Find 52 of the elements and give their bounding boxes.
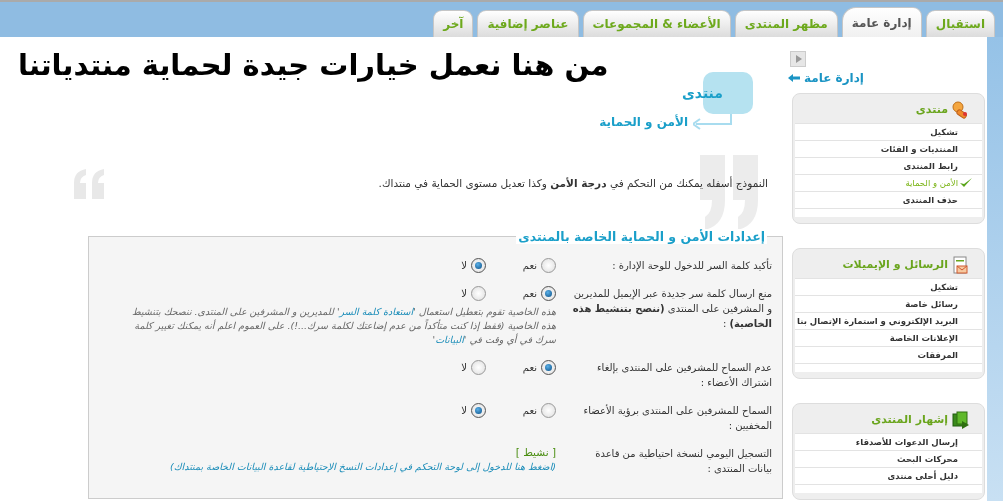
setting-label: تأكيد كلمة السر للدخول للوحة الإدارة :	[611, 258, 772, 273]
panel-title: منتدى	[915, 103, 948, 116]
radio-button[interactable]	[471, 258, 486, 273]
help-link[interactable]: استعادة كلمة السر	[339, 306, 414, 317]
radio-label: نعم	[522, 405, 537, 416]
radio-button[interactable]	[471, 286, 486, 301]
radio-button[interactable]	[541, 258, 556, 273]
radio-label: لا	[461, 260, 467, 271]
books-icon	[952, 410, 970, 429]
document-icon	[952, 255, 970, 274]
setting-label: منع ارسال كلمة سر جديدة عبر الإيميل للمديرين و المشرفين على المنتدى (ننصح بتنشيط هذه الخاصية) :	[571, 287, 772, 331]
menu-item[interactable]: دليل أحلى منتدى	[795, 467, 982, 484]
arrow-icon	[788, 74, 800, 82]
radio-label: لا	[461, 362, 467, 373]
menu-item[interactable]: البريد الإلكتروني و استمارة الإتصال بنا	[795, 312, 982, 329]
menu-item[interactable]: المنتديات و الفئات	[795, 140, 982, 157]
help-text: هذه الخاصية تقوم بتعطيل استعمال 'استعادة كلمة السر' للمديرين و المشرفين على المنتدى. ننصحك بتنشيط هذه الخاصية (فقط إذا كنت متأكداً من عدم إضاعتك لكلمة سرك...!). على العموم اعلم أنه يمكنك تغيير كلمة سرك في أي وقت في 'البيانات'	[130, 305, 556, 347]
check-icon	[959, 177, 973, 188]
menu-item[interactable]: إرسال الدعوات للأصدقاء	[795, 433, 982, 450]
settings-link[interactable]: (اضغط هنا للدخول إلى لوحة التحكم في إعدادات النسخ الإحتياطية لقاعدة البيانات الخاصة بمنتداك)	[170, 461, 556, 472]
section-title: إعدادات الأمن و الحماية الخاصة بالمنتدى	[516, 229, 767, 244]
radio-label: لا	[461, 288, 467, 299]
connector-arrow	[693, 114, 733, 131]
setting-label: السماح للمشرفين على المنتدى برؤية الأعضاء المخفيين :	[582, 403, 772, 433]
radio-button[interactable]	[471, 360, 486, 375]
tab[interactable]: إدارة عامة	[841, 7, 922, 37]
menu-item[interactable]: رسائل خاصة	[795, 295, 982, 312]
help-link[interactable]: البيانات	[435, 334, 464, 345]
menu-item[interactable]: حذف المنتدى	[795, 191, 982, 208]
setting-label: التسجيل اليومي لنسخة احتياطية من قاعدة بيانات المنتدى :	[594, 447, 772, 476]
radio-button[interactable]	[541, 286, 556, 301]
menu-item[interactable]: تشكيل	[795, 278, 982, 295]
radio-button[interactable]	[471, 403, 486, 418]
radio-button[interactable]	[541, 403, 556, 418]
status-link[interactable]: [ نشيط ]	[515, 446, 556, 458]
panel-title: إشهار المنتدى	[871, 413, 948, 426]
menu-item[interactable]: الإعلانات الخاصة	[795, 329, 982, 346]
radio-label: نعم	[522, 362, 537, 373]
menu-item[interactable]: تشكيل	[795, 123, 982, 140]
menu-item[interactable]: المرفقات	[795, 346, 982, 363]
setting-label: عدم السماح للمشرفين على المنتدى بإلغاء اشتراك الأعضاء :	[595, 361, 772, 390]
panel-title: الرسائل و الإيميلات	[842, 258, 948, 271]
menu-item[interactable]: محركات البحث	[795, 450, 982, 467]
radio-button[interactable]	[541, 360, 556, 375]
heading: من هنا نعمل خيارات جيدة لحماية منتدياتنا	[18, 47, 609, 84]
radio-label: نعم	[522, 288, 537, 299]
menu-item[interactable]: رابط المنتدى	[795, 157, 982, 174]
intro-text: النموذج أسفله يمكنك من التحكم في درجة الأمن وكذا تعديل مستوى الحماية في منتداك.	[377, 177, 769, 189]
play-icon	[793, 54, 803, 64]
radio-label: لا	[461, 405, 467, 416]
radio-label: نعم	[522, 260, 537, 271]
collapse-button[interactable]	[790, 51, 806, 67]
